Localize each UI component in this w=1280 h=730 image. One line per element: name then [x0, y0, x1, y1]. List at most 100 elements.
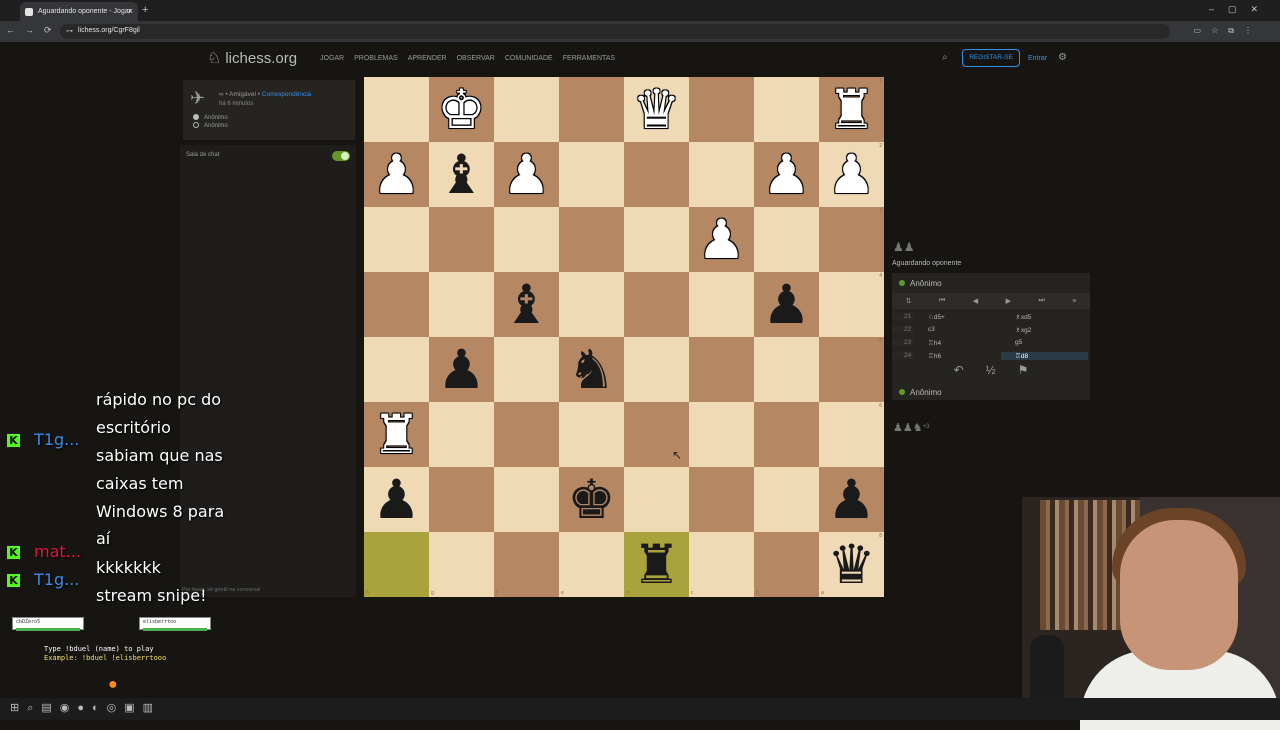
board-square[interactable]: ♝ [494, 272, 559, 337]
nav-jogar[interactable]: JOGAR [320, 55, 344, 62]
white-pawn-icon[interactable]: ♟ [697, 212, 745, 267]
white-move[interactable]: ♘d5+ [914, 313, 1001, 321]
board-square[interactable] [494, 467, 559, 532]
board-square[interactable] [429, 467, 494, 532]
lichess-logo[interactable]: ♘ lichess.org [207, 48, 297, 68]
board-square[interactable] [559, 402, 624, 467]
black-move[interactable]: ♗xd5 [1001, 313, 1088, 321]
white-pawn-icon[interactable]: ♟ [827, 147, 875, 202]
white-queen-icon[interactable]: ♛ [632, 82, 680, 137]
black-knight-icon[interactable]: ♞ [567, 342, 615, 397]
board-square[interactable]: ♞ [559, 337, 624, 402]
board-square[interactable] [364, 77, 429, 142]
new-tab-icon[interactable]: + [142, 4, 148, 16]
board-square[interactable] [754, 467, 819, 532]
board-square[interactable]: ♟ [364, 467, 429, 532]
board-square[interactable]: ♟ 2 [819, 142, 884, 207]
white-move[interactable]: c3 [914, 326, 1001, 333]
takeback-icon[interactable]: ↶ [954, 363, 964, 379]
board-square[interactable] [624, 142, 689, 207]
white-move[interactable]: ♖h6 [914, 352, 1001, 360]
board-square[interactable] [559, 272, 624, 337]
close-tab-icon[interactable]: × [128, 6, 133, 16]
board-square[interactable] [494, 207, 559, 272]
board-square[interactable]: ♜ [364, 402, 429, 467]
black-move[interactable]: g5 [1001, 339, 1088, 346]
white-king-icon[interactable]: ♚ [437, 82, 485, 137]
url-bar[interactable]: ⊶ lichess.org/CgrF8gil [60, 24, 1170, 39]
board-square[interactable] [494, 77, 559, 142]
board-square[interactable]: c [689, 532, 754, 597]
white-rook-icon[interactable]: ♜ [827, 82, 875, 137]
board-square[interactable]: ♜ 1 [819, 77, 884, 142]
board-square[interactable] [689, 272, 754, 337]
white-pawn-icon[interactable]: ♟ [762, 147, 810, 202]
white-player[interactable]: Anônimo [193, 114, 228, 121]
board-square[interactable]: ♟ [364, 142, 429, 207]
black-pawn-icon[interactable]: ♟ [372, 472, 420, 527]
board-square[interactable] [624, 207, 689, 272]
board-square[interactable]: h [364, 532, 429, 597]
taskbar-icons[interactable]: ⊞⌕▤◉●◐◎▣▥ [10, 701, 161, 715]
board-square[interactable] [429, 272, 494, 337]
board-square[interactable]: 4 [819, 272, 884, 337]
board-square[interactable] [689, 402, 754, 467]
board-square[interactable] [689, 467, 754, 532]
board-square[interactable]: ♝ [429, 142, 494, 207]
black-king-icon[interactable]: ♚ [567, 472, 615, 527]
nav-problemas[interactable]: PROBLEMAS [354, 55, 398, 62]
board-square[interactable] [689, 337, 754, 402]
board-square[interactable] [364, 337, 429, 402]
chat-toggle[interactable] [332, 151, 350, 161]
nav-aprender[interactable]: APRENDER [408, 55, 447, 62]
board-square[interactable] [754, 337, 819, 402]
board-square[interactable]: g [429, 532, 494, 597]
black-bishop-icon[interactable]: ♝ [437, 147, 485, 202]
board-square[interactable] [559, 77, 624, 142]
board-square[interactable] [624, 272, 689, 337]
black-pawn-icon[interactable]: ♟ [762, 277, 810, 332]
board-square[interactable]: ♟ [429, 337, 494, 402]
board-square[interactable]: ♟ [689, 207, 754, 272]
bottom-player[interactable]: Anônimo [899, 388, 942, 397]
top-player[interactable]: Anônimo [899, 279, 942, 288]
board-square[interactable]: e [559, 532, 624, 597]
black-player[interactable]: Anônimo [193, 122, 228, 129]
prev-move-icon[interactable]: ◀ [973, 297, 978, 305]
board-square[interactable]: ♟ 7 [819, 467, 884, 532]
board-square[interactable] [754, 207, 819, 272]
sign-in-link[interactable]: Entrar [1028, 55, 1047, 62]
black-pawn-icon[interactable]: ♟ [827, 472, 875, 527]
black-queen-icon[interactable]: ♛ [827, 537, 875, 592]
black-move[interactable]: ♖d8 [1001, 351, 1088, 360]
board-square[interactable] [754, 402, 819, 467]
board-square[interactable] [559, 142, 624, 207]
last-move-icon[interactable]: ⏭ [1038, 297, 1044, 305]
board-square[interactable] [559, 207, 624, 272]
board-square[interactable]: ♟ [754, 272, 819, 337]
black-move[interactable]: ♗xg2 [1001, 326, 1088, 334]
black-bishop-icon[interactable]: ♝ [502, 277, 550, 332]
flip-board-icon[interactable]: ⇅ [906, 297, 912, 305]
resign-flag-icon[interactable]: ⚑ [1018, 363, 1029, 379]
black-rook-icon[interactable]: ♜ [632, 537, 680, 592]
nav-buttons[interactable]: ←→⟳ [6, 25, 62, 36]
board-square[interactable]: b [754, 532, 819, 597]
board-square[interactable] [754, 77, 819, 142]
board-square[interactable]: 3 [819, 207, 884, 272]
browser-tab[interactable]: Aguardando oponente - Jogar × [20, 2, 138, 21]
board-square[interactable]: ♟ [494, 142, 559, 207]
board-square[interactable]: ♟ [754, 142, 819, 207]
nav-ferramentas[interactable]: FERRAMENTAS [563, 55, 615, 62]
board-square[interactable] [429, 207, 494, 272]
nav-observar[interactable]: OBSERVAR [457, 55, 495, 62]
gear-icon[interactable]: ⚙ [1058, 52, 1067, 63]
board-square[interactable]: ♚ [429, 77, 494, 142]
site-info-icon[interactable]: ⊶ [66, 27, 73, 35]
board-square[interactable]: 6 [819, 402, 884, 467]
board-square[interactable] [494, 402, 559, 467]
board-square[interactable] [624, 467, 689, 532]
board-square[interactable] [429, 402, 494, 467]
white-move[interactable]: ♖h4 [914, 339, 1001, 347]
register-button[interactable]: REGISTAR-SE [962, 49, 1020, 67]
